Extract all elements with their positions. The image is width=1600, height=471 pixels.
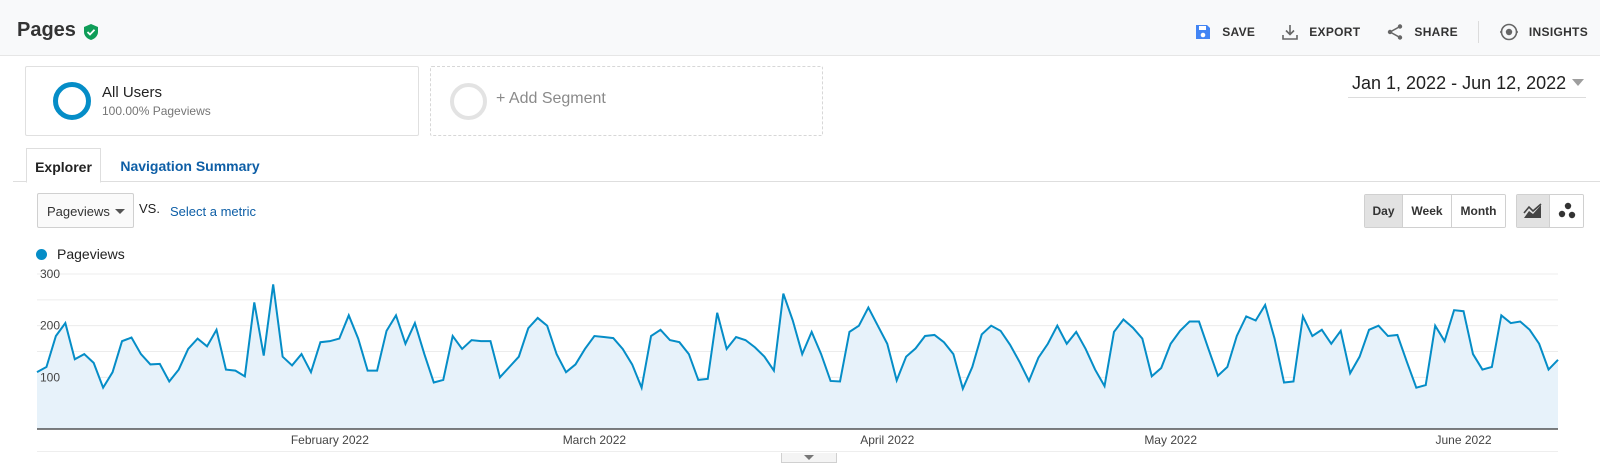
legend-label: Pageviews	[57, 246, 125, 262]
download-icon	[1282, 25, 1299, 40]
y-tick-label: 300	[40, 267, 60, 281]
granularity-toggle: Day Week Month	[1364, 194, 1506, 228]
pageviews-area	[37, 284, 1558, 429]
segment-ring-icon	[53, 82, 91, 120]
line-chart-icon	[1523, 203, 1542, 218]
insights-icon	[1499, 23, 1518, 41]
report-tabs: Explorer Navigation Summary	[13, 148, 1600, 183]
actions-divider	[1477, 21, 1479, 43]
export-button[interactable]: EXPORT	[1281, 23, 1360, 41]
chevron-down-icon	[804, 455, 814, 460]
save-button[interactable]: SAVE	[1194, 23, 1255, 41]
y-tick-label: 200	[40, 319, 60, 333]
motion-chart-button[interactable]	[1550, 195, 1583, 227]
share-icon	[1388, 24, 1403, 40]
chart-type-toggle	[1516, 194, 1584, 228]
y-tick-label: 100	[40, 370, 60, 384]
date-range-picker[interactable]: Jan 1, 2022 - Jun 12, 2022	[1348, 70, 1586, 98]
x-tick-label: April 2022	[860, 433, 914, 447]
metric-selected-label: Pageviews	[47, 204, 110, 219]
chevron-down-icon	[1572, 79, 1584, 86]
empty-segment-ring-icon	[450, 83, 487, 120]
select-metric-link[interactable]: Select a metric	[170, 204, 256, 219]
segment-percentage: 100.00% Pageviews	[102, 104, 211, 118]
chart-legend: Pageviews	[36, 246, 125, 262]
x-tick-label: March 2022	[563, 433, 627, 447]
add-segment-button[interactable]: + Add Segment	[430, 66, 823, 136]
metric-dropdown[interactable]: Pageviews	[37, 193, 134, 228]
insights-button[interactable]: INSIGHTS	[1499, 22, 1588, 42]
month-button[interactable]: Month	[1452, 195, 1505, 227]
insights-label: INSIGHTS	[1528, 25, 1588, 39]
export-label: EXPORT	[1309, 25, 1361, 39]
date-range-label: Jan 1, 2022 - Jun 12, 2022	[1352, 73, 1567, 93]
x-tick-label: February 2022	[291, 433, 369, 447]
pageviews-legend-dot	[36, 248, 47, 260]
chevron-down-icon	[115, 209, 125, 214]
page-title: Pages	[17, 19, 76, 41]
share-label: SHARE	[1414, 25, 1458, 39]
x-tick-label: June 2022	[1435, 433, 1491, 447]
save-icon	[1196, 25, 1211, 39]
save-label: SAVE	[1222, 25, 1256, 39]
line-chart-button[interactable]	[1517, 195, 1550, 227]
chart-expand-handle[interactable]	[781, 453, 837, 463]
pageviews-chart: 100 200 300 February 2022 March 2022 April 2…	[36, 267, 1559, 452]
add-segment-label: + Add Segment	[496, 90, 606, 107]
bubble-chart-icon	[1558, 202, 1575, 219]
tab-navigation-summary[interactable]: Navigation Summary	[110, 148, 270, 182]
share-button[interactable]: SHARE	[1386, 23, 1458, 41]
segment-name: All Users	[102, 84, 163, 101]
day-button[interactable]: Day	[1365, 195, 1403, 227]
tab-explorer[interactable]: Explorer	[26, 148, 101, 183]
x-tick-label: May 2022	[1144, 433, 1197, 447]
verified-shield-icon	[84, 24, 98, 40]
week-button[interactable]: Week	[1403, 195, 1452, 227]
report-header: Pages SAVE EXPORT SHARE INSIGHTS	[0, 0, 1600, 56]
header-actions: SAVE EXPORT SHARE INSIGHTS	[1168, 20, 1588, 44]
segment-all-users[interactable]: All Users 100.00% Pageviews	[25, 66, 419, 136]
vs-label: VS.	[139, 201, 160, 216]
